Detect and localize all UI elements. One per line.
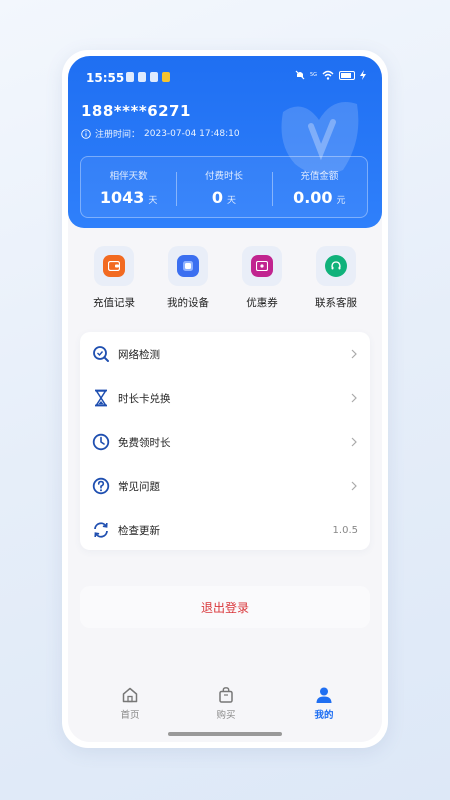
user-icon xyxy=(316,687,332,703)
info-icon xyxy=(81,128,91,139)
stat-unit: 元 xyxy=(336,195,346,206)
notification-icon xyxy=(162,72,170,82)
battery-icon xyxy=(339,70,355,80)
status-bar: 15:55 5G xyxy=(68,56,382,90)
chevron-right-icon xyxy=(351,481,357,491)
tab-label: 首页 xyxy=(120,710,140,721)
chevron-right-icon xyxy=(351,437,357,447)
stat-companion-days: 相伴天数 1043 天 xyxy=(81,168,176,207)
user-phone: 188****6271 xyxy=(81,102,191,120)
notification-icon xyxy=(150,72,158,82)
stat-value: 0 xyxy=(211,187,224,207)
stat-recharge-amount: 充值金额 0.00 元 xyxy=(271,168,367,207)
my-devices-button[interactable]: 我的设备 xyxy=(158,246,218,310)
app-version: 1.0.5 xyxy=(332,524,358,536)
stat-value: 0.00 xyxy=(293,187,333,207)
stat-label: 付费时长 xyxy=(204,170,243,182)
question-icon xyxy=(92,477,110,495)
stat-paid-duration: 付费时长 0天 xyxy=(176,168,271,207)
menu-item-check-update[interactable]: 检查更新 1.0.5 xyxy=(80,509,370,551)
status-time: 15:55 xyxy=(86,71,125,85)
stat-label: 充值金额 xyxy=(300,170,339,182)
coupon-icon xyxy=(251,255,273,277)
wifi-icon xyxy=(322,70,334,80)
network-speed: 5G xyxy=(309,71,317,78)
icon-tile xyxy=(316,246,356,286)
profile-header: 15:55 5G 188****6271 注册时间： 2023-07-04 17… xyxy=(68,56,382,228)
stat-unit: 天 xyxy=(148,195,158,206)
menu-label: 常见问题 xyxy=(118,480,160,493)
menu-item-free-time[interactable]: 免费领时长 xyxy=(80,421,370,463)
quick-action-label: 我的设备 xyxy=(167,297,209,309)
tab-buy[interactable]: 购买 xyxy=(196,686,256,721)
icon-tile xyxy=(168,246,208,286)
quick-action-label: 优惠券 xyxy=(246,297,278,309)
device-icon xyxy=(177,255,199,277)
profile-screen: 15:55 5G 188****6271 注册时间： 2023-07-04 17… xyxy=(68,56,382,742)
notification-icon xyxy=(126,72,134,82)
service-icon xyxy=(325,255,347,277)
search-icon xyxy=(93,346,109,362)
clock-icon xyxy=(92,433,110,451)
icon-tile xyxy=(242,246,282,286)
bag-icon xyxy=(219,687,233,703)
home-icon xyxy=(122,687,138,703)
hourglass-icon xyxy=(95,389,107,407)
network-label: 5G xyxy=(309,71,317,78)
mute-icon xyxy=(295,70,305,80)
stat-unit: 天 xyxy=(227,195,237,206)
stat-label: 相伴天数 xyxy=(109,170,148,182)
menu-label: 时长卡兑换 xyxy=(118,392,171,405)
coupons-button[interactable]: 优惠券 xyxy=(232,246,292,310)
menu-label: 检查更新 xyxy=(118,524,160,537)
icon-tile xyxy=(94,246,134,286)
refresh-icon xyxy=(94,522,108,538)
charging-icon xyxy=(360,70,366,80)
notification-icon xyxy=(138,72,146,82)
customer-service-button[interactable]: 联系客服 xyxy=(306,246,366,310)
quick-action-label: 充值记录 xyxy=(93,297,135,309)
register-time: 2023-07-04 17:48:10 xyxy=(144,128,240,139)
home-indicator xyxy=(168,732,282,736)
tab-home[interactable]: 首页 xyxy=(100,686,160,721)
quick-action-label: 联系客服 xyxy=(315,297,357,309)
register-label: 注册时间： xyxy=(95,130,141,140)
stat-value-row: 0天 xyxy=(176,188,271,207)
recharge-record-button[interactable]: 充值记录 xyxy=(84,246,144,310)
wallet-icon xyxy=(103,255,125,277)
chevron-right-icon xyxy=(351,393,357,403)
tab-label: 购买 xyxy=(216,710,236,721)
stats-panel: 相伴天数 1043 天 付费时长 0天 充值金额 0.00 元 xyxy=(80,156,368,218)
menu-item-card-redeem[interactable]: 时长卡兑换 xyxy=(80,377,370,419)
logout-button[interactable]: 退出登录 xyxy=(80,586,370,628)
stat-value: 1043 xyxy=(99,187,145,207)
tab-label: 我的 xyxy=(314,710,334,721)
status-indicators: 5G xyxy=(295,70,366,80)
quick-actions: 充值记录 我的设备 优惠券 联系客服 xyxy=(68,246,382,316)
stat-value-row: 1043 天 xyxy=(81,188,176,207)
phone-frame: 15:55 5G 188****6271 注册时间： 2023-07-04 17… xyxy=(62,50,388,748)
stat-value-row: 0.00 元 xyxy=(272,188,367,207)
chevron-right-icon xyxy=(351,349,357,359)
notification-icons xyxy=(126,72,170,82)
tab-mine[interactable]: 我的 xyxy=(294,686,354,721)
register-time-row: 注册时间： 2023-07-04 17:48:10 xyxy=(81,127,240,140)
menu-item-network-check[interactable]: 网络检测 xyxy=(80,333,370,375)
settings-menu: 网络检测 时长卡兑换 免费领时长 常见问题 检查更新 1.0.5 xyxy=(80,332,370,550)
menu-label: 免费领时长 xyxy=(118,436,171,449)
menu-label: 网络检测 xyxy=(118,348,160,361)
menu-item-faq[interactable]: 常见问题 xyxy=(80,465,370,507)
